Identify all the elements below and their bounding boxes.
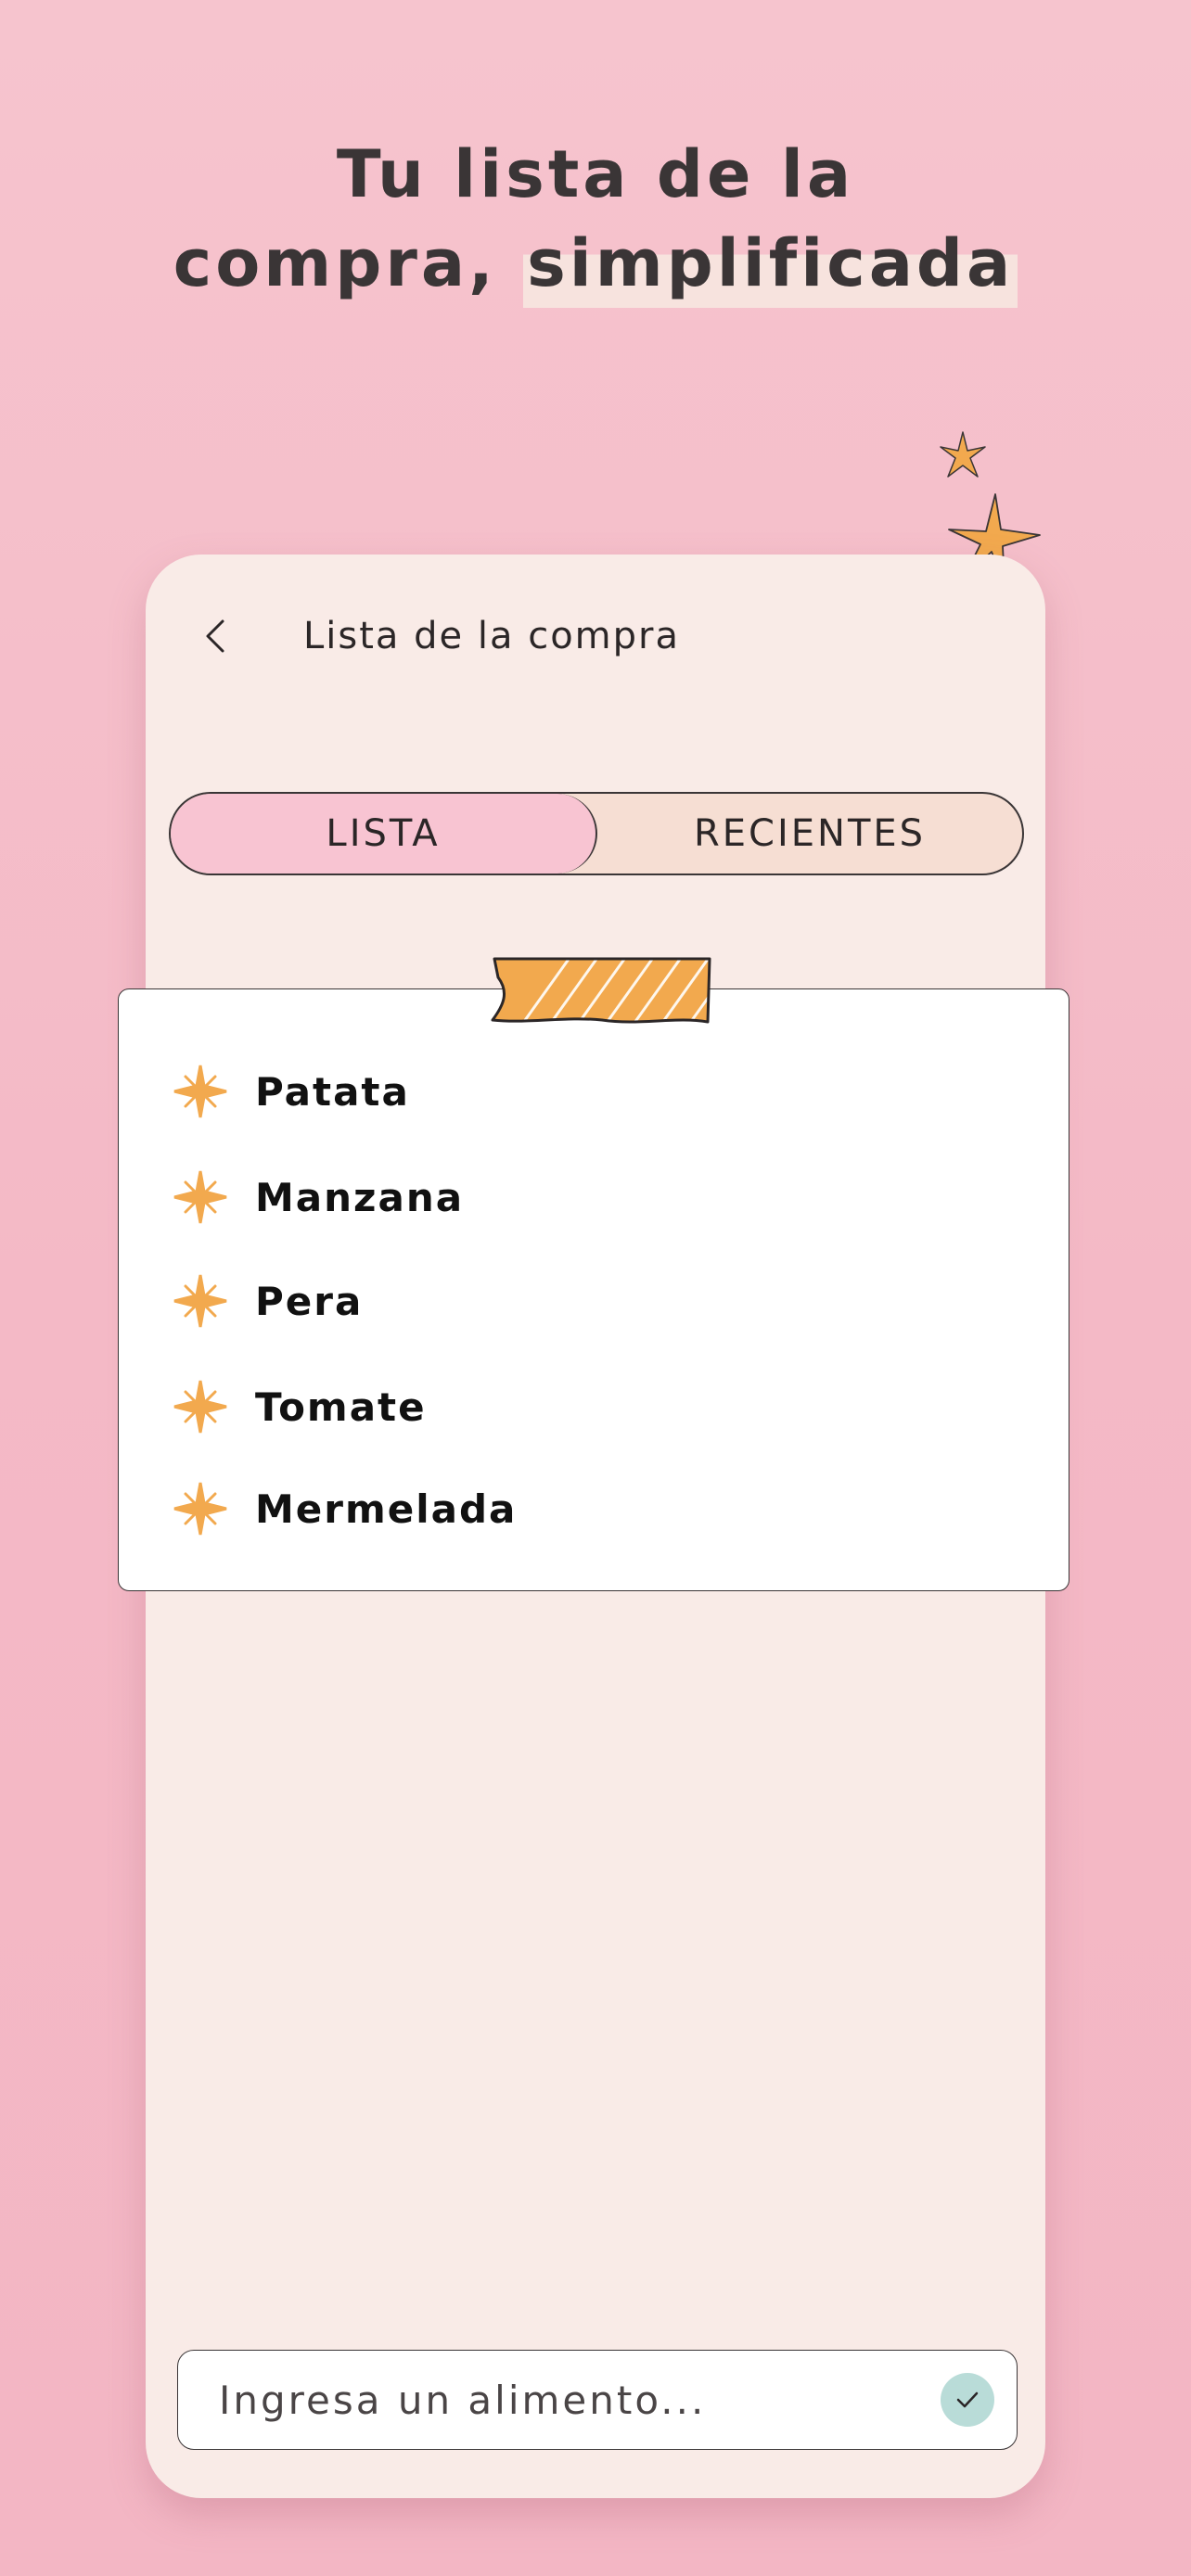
phone-screen: Lista de la compra LISTA RECIENTES Patat… [118, 555, 1069, 2498]
shopping-list-card: Patata Manzana Pera Tomate Mermelada [118, 988, 1069, 1591]
sparkle-bullet-icon [170, 1061, 231, 1122]
top-bar: Lista de la compra [146, 555, 1045, 712]
list-item-label: Pera [255, 1278, 364, 1324]
sparkle-bullet-icon [170, 1376, 231, 1437]
tab-recientes[interactable]: RECIENTES [597, 794, 1022, 874]
back-button[interactable] [187, 608, 243, 664]
headline-line-2-prefix: compra, [173, 225, 524, 301]
list-item[interactable]: Tomate [170, 1370, 427, 1444]
list-item-label: Tomate [255, 1384, 427, 1430]
tab-bar: LISTA RECIENTES [169, 792, 1024, 875]
list-item[interactable]: Patata [170, 1054, 410, 1129]
add-item-field [177, 2350, 1018, 2450]
screen-title: Lista de la compra [303, 615, 680, 657]
sparkle-small-icon [940, 431, 986, 478]
list-item-label: Patata [255, 1068, 410, 1115]
list-item[interactable]: Manzana [170, 1160, 464, 1234]
check-icon [956, 2391, 979, 2408]
headline-highlight: simplificada [523, 219, 1018, 308]
list-item[interactable]: Mermelada [170, 1472, 517, 1546]
marketing-headline: Tu lista de la compra, simplificada [0, 130, 1191, 308]
list-item[interactable]: Pera [170, 1264, 363, 1338]
sparkle-bullet-icon [170, 1270, 231, 1332]
submit-button[interactable] [941, 2373, 994, 2427]
chevron-left-icon [206, 619, 224, 653]
headline-line-2: compra, simplificada [0, 219, 1191, 308]
tab-lista[interactable]: LISTA [171, 794, 597, 874]
sparkle-bullet-icon [170, 1167, 231, 1228]
list-item-label: Manzana [255, 1174, 465, 1220]
headline-line-1: Tu lista de la [336, 136, 855, 212]
add-item-input[interactable] [219, 2351, 905, 2449]
washi-tape-decoration [491, 957, 711, 1024]
list-item-label: Mermelada [255, 1486, 518, 1532]
sparkle-bullet-icon [170, 1478, 231, 1539]
